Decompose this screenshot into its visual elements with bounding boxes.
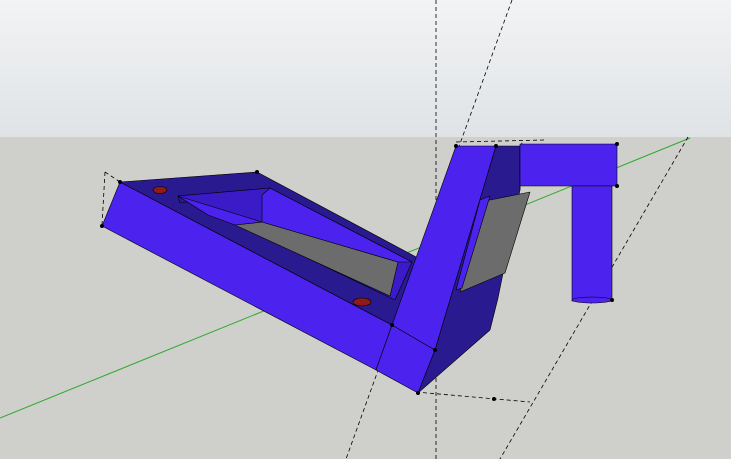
sky-background [0, 0, 731, 137]
scene-canvas[interactable] [0, 0, 731, 459]
bracket-front-face [519, 143, 618, 187]
3d-modeling-viewport[interactable] [0, 0, 731, 459]
mounting-hole-right [352, 297, 372, 307]
support-cylinder [571, 185, 613, 302]
mounting-hole-left [152, 186, 168, 194]
support-cylinder-bottom [571, 296, 613, 304]
